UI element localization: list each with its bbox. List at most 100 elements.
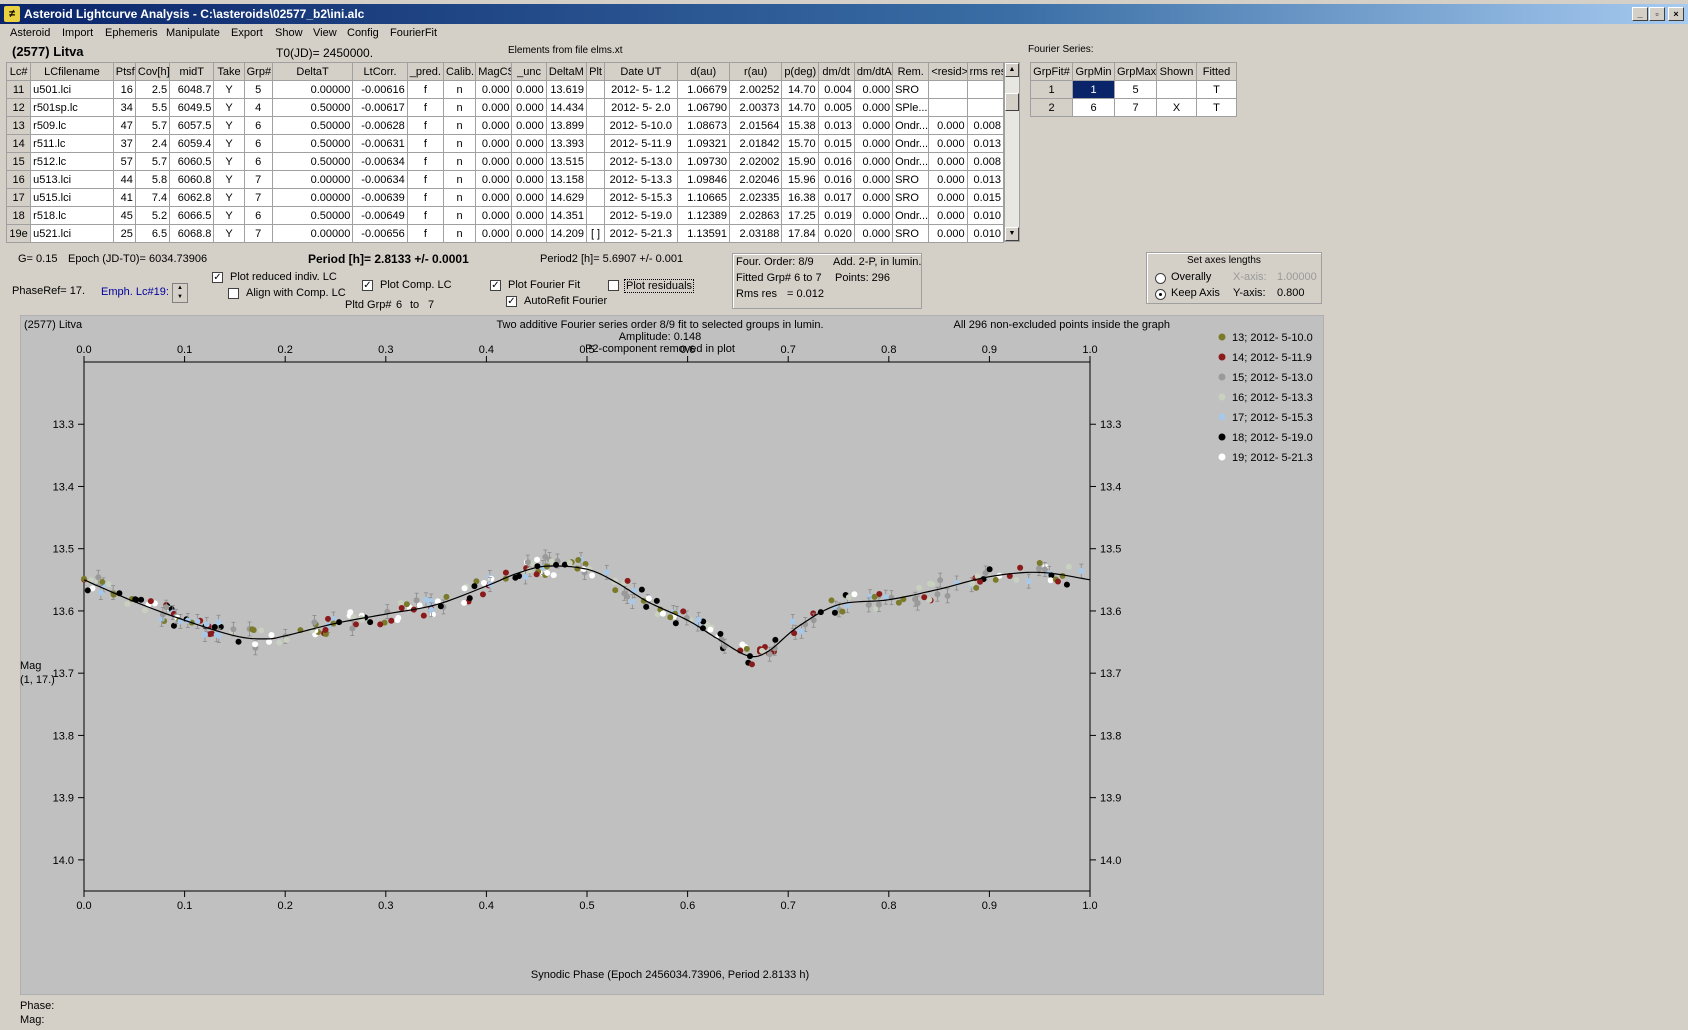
close-button[interactable]: × — [1668, 7, 1684, 21]
table-cell[interactable]: 2012- 5- 2.0 — [604, 98, 678, 117]
fourier-column-header[interactable]: GrpFit# — [1030, 62, 1073, 81]
table-cell[interactable]: 0.000 — [853, 224, 894, 243]
table-cell[interactable]: -0.00649 — [352, 206, 408, 225]
menu-fourierfit[interactable]: FourierFit — [390, 27, 437, 39]
fourier-cell[interactable]: T — [1196, 80, 1237, 99]
fourier-column-header[interactable]: Fitted — [1196, 62, 1237, 81]
pltd-grp-to[interactable]: 7 — [428, 299, 434, 311]
table-cell[interactable]: Y — [213, 152, 245, 171]
table-cell[interactable]: 6049.5 — [169, 98, 215, 117]
table-cell[interactable]: 0.020 — [817, 224, 855, 243]
table-cell[interactable] — [928, 80, 968, 99]
table-cell[interactable] — [585, 98, 606, 117]
table-cell[interactable] — [928, 98, 968, 117]
table-cell[interactable]: SPle... — [892, 98, 930, 117]
plot-comp-checkbox[interactable]: ✓ — [362, 280, 373, 291]
table-cell[interactable]: 1.10665 — [676, 188, 730, 207]
table-cell[interactable]: 0.00000 — [271, 224, 354, 243]
table-cell[interactable]: 0.000 — [853, 188, 894, 207]
table-cell[interactable]: 6048.7 — [169, 80, 215, 99]
table-cell[interactable] — [585, 152, 606, 171]
table-row[interactable]: 11 u501.lci 16 2.5 6048.7 Y 5 0.00000 -0.00616 f n… — [5, 80, 1005, 99]
column-header[interactable]: dm/dt — [817, 62, 855, 81]
fourier-cell[interactable]: 7 — [1114, 98, 1157, 117]
table-cell[interactable]: 6060.5 — [169, 152, 215, 171]
scroll-thumb[interactable] — [1005, 93, 1019, 111]
table-cell[interactable]: 0.000 — [853, 152, 894, 171]
fourier-cell[interactable]: 1 — [1030, 80, 1073, 99]
table-cell[interactable]: r511.lc — [30, 134, 114, 153]
table-cell[interactable]: 0.50000 — [271, 152, 354, 171]
table-cell[interactable]: u501.lci — [30, 80, 114, 99]
table-cell[interactable]: 16 — [112, 80, 136, 99]
table-cell[interactable]: 45 — [112, 206, 136, 225]
table-cell[interactable]: -0.00656 — [352, 224, 408, 243]
table-cell[interactable]: 0.015 — [817, 134, 855, 153]
table-cell[interactable]: 2.01564 — [728, 116, 783, 135]
yaxis-value[interactable]: 0.800 — [1277, 287, 1305, 299]
table-cell[interactable]: 1.12389 — [676, 206, 730, 225]
table-cell[interactable]: 13.158 — [545, 170, 587, 189]
table-cell[interactable]: 16 — [5, 170, 32, 189]
table-cell[interactable]: 13 — [5, 116, 32, 135]
table-cell[interactable]: -0.00628 — [352, 116, 408, 135]
table-cell[interactable]: n — [442, 170, 477, 189]
table-cell[interactable]: 47 — [112, 116, 136, 135]
table-cell[interactable]: n — [442, 206, 477, 225]
column-header[interactable]: Ptsf — [112, 62, 136, 81]
table-cell[interactable]: 0.000 — [475, 116, 513, 135]
table-cell[interactable]: 0.000 — [475, 80, 513, 99]
table-cell[interactable]: f — [406, 152, 444, 171]
table-cell[interactable]: SRO — [892, 170, 930, 189]
table-cell[interactable]: 14.70 — [781, 80, 819, 99]
table-cell[interactable]: 0.50000 — [271, 116, 354, 135]
table-cell[interactable] — [966, 80, 1005, 99]
table-cell[interactable]: 2.02863 — [728, 206, 783, 225]
menu-asteroid[interactable]: Asteroid — [10, 27, 50, 39]
table-cell[interactable]: 2012- 5-21.3 — [604, 224, 678, 243]
fourier-cell[interactable]: X — [1156, 98, 1197, 117]
column-header[interactable]: Plt — [585, 62, 606, 81]
table-cell[interactable]: 0.008 — [966, 152, 1005, 171]
table-cell[interactable]: 0.000 — [853, 116, 894, 135]
table-cell[interactable]: Y — [213, 80, 245, 99]
table-cell[interactable]: Y — [213, 206, 245, 225]
table-cell[interactable]: 0.000 — [853, 98, 894, 117]
menu-import[interactable]: Import — [62, 27, 93, 39]
table-row[interactable]: 17 u515.lci 41 7.4 6062.8 Y 7 0.00000 -0.00639 f n… — [5, 188, 1005, 207]
table-cell[interactable]: 0.000 — [475, 134, 513, 153]
fourier-row[interactable]: 267XT — [1030, 98, 1237, 117]
table-cell[interactable]: 0.000 — [511, 224, 547, 243]
table-cell[interactable]: u515.lci — [30, 188, 114, 207]
table-cell[interactable]: 0.013 — [966, 134, 1005, 153]
table-cell[interactable]: 13.515 — [545, 152, 587, 171]
table-cell[interactable]: 0.00000 — [271, 188, 354, 207]
table-cell[interactable]: 2.00373 — [728, 98, 783, 117]
table-cell[interactable]: n — [442, 116, 477, 135]
table-cell[interactable]: 0.019 — [817, 206, 855, 225]
fourier-cell[interactable]: 1 — [1072, 80, 1115, 99]
table-cell[interactable]: 0.015 — [966, 188, 1005, 207]
table-cell[interactable]: 14.434 — [545, 98, 587, 117]
table-cell[interactable]: Ondr... — [892, 134, 930, 153]
table-cell[interactable]: 6060.8 — [169, 170, 215, 189]
column-header[interactable]: rms res — [966, 62, 1005, 81]
table-cell[interactable]: 5.7 — [134, 116, 171, 135]
menu-ephemeris[interactable]: Ephemeris — [105, 27, 158, 39]
table-cell[interactable]: 15.70 — [781, 134, 819, 153]
table-cell[interactable]: 7 — [243, 188, 273, 207]
table-cell[interactable]: Y — [213, 170, 245, 189]
menu-view[interactable]: View — [313, 27, 337, 39]
table-cell[interactable]: 6 — [243, 206, 273, 225]
table-cell[interactable]: 0.000 — [511, 134, 547, 153]
table-cell[interactable]: 0.016 — [817, 152, 855, 171]
column-header[interactable]: Rem. — [892, 62, 930, 81]
table-cell[interactable]: Y — [213, 224, 245, 243]
table-cell[interactable]: 5.8 — [134, 170, 171, 189]
table-cell[interactable]: 17 — [5, 188, 32, 207]
table-cell[interactable]: 2012- 5-13.0 — [604, 152, 678, 171]
table-cell[interactable]: 0.008 — [966, 116, 1005, 135]
table-cell[interactable]: 6059.4 — [169, 134, 215, 153]
column-header[interactable]: DeltaT — [271, 62, 354, 81]
table-cell[interactable]: SRO — [892, 188, 930, 207]
